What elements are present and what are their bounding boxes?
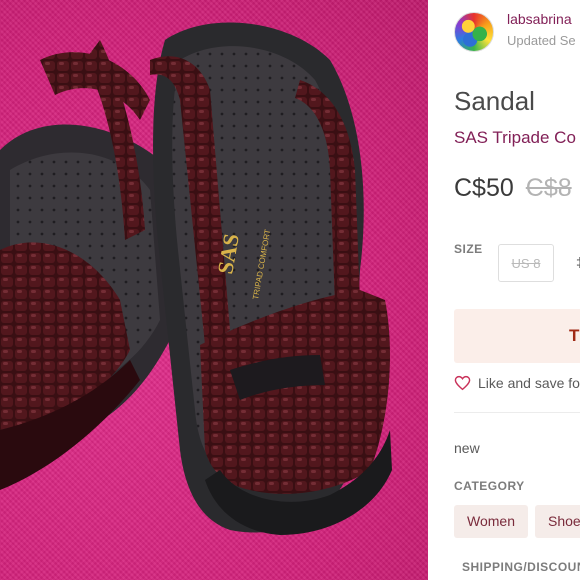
original-price: C$8 [525,174,572,202]
right-sandal: SAS TRIPAD COMFORT [150,22,392,535]
updated-timestamp: Updated Se [507,33,576,48]
sandal-illustration: SAS TRIPAD COMFORT [0,22,392,535]
section-divider [454,412,580,413]
listing-price: C$50 [454,174,514,202]
like-label: Like and save fo [478,375,580,391]
listing-details-panel: labsabrina Updated Se Sandal SAS Tripade… [428,0,580,580]
price-row: C$50 C$8 [454,174,572,203]
size-extra: ‡ [576,254,580,270]
product-photo[interactable]: SAS TRIPAD COMFORT [0,0,428,580]
left-sandal [0,40,175,490]
seller-username[interactable]: labsabrina [507,11,572,27]
seller-header[interactable]: labsabrina Updated Se [454,9,580,53]
condition-text: new [454,440,480,456]
like-button[interactable]: Like and save fo [454,375,580,391]
category-chip-women[interactable]: Women [454,505,528,538]
category-chip-shoes[interactable]: Shoe [535,505,580,538]
buy-button[interactable]: T [454,309,580,363]
size-label: SIZE [454,242,483,256]
heart-outline-icon [454,375,471,391]
size-option-us-8[interactable]: US 8 [498,244,554,282]
listing-title: Sandal [454,86,535,116]
brand-link[interactable]: SAS Tripade Co [454,128,576,148]
seller-avatar[interactable] [454,12,494,52]
shipping-label: SHIPPING/DISCOUN [462,560,580,574]
category-label: CATEGORY [454,479,525,493]
